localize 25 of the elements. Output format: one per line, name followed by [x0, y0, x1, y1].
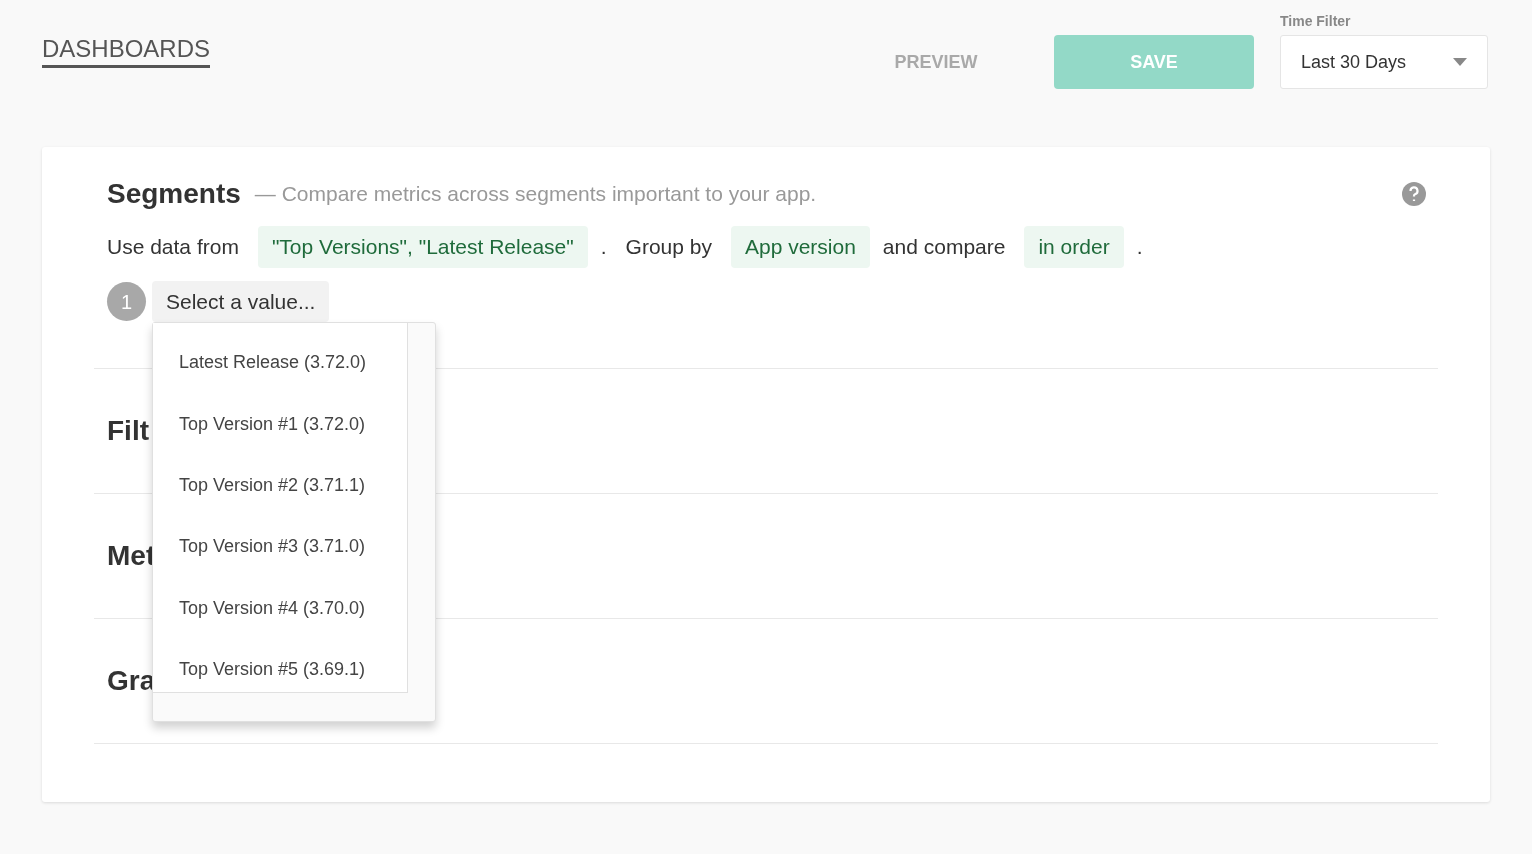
- step-number: 1: [107, 282, 146, 321]
- value-select[interactable]: Select a value...: [152, 281, 330, 322]
- dropdown-option[interactable]: Latest Release (3.72.0): [153, 332, 407, 394]
- dropdown-option[interactable]: Top Version #1 (3.72.0): [153, 393, 407, 455]
- dashboards-link[interactable]: DASHBOARDS: [42, 34, 211, 68]
- section-title: Met: [107, 539, 156, 573]
- time-filter-label: Time Filter: [1280, 12, 1352, 30]
- section-title: Filt: [107, 414, 149, 448]
- sentence-text: Group by: [625, 234, 712, 261]
- sentence-text: .: [600, 234, 607, 261]
- dropdown-option[interactable]: Top Version #3 (3.71.0): [153, 516, 407, 578]
- dropdown-option[interactable]: Top Version #2 (3.71.1): [153, 454, 407, 517]
- dropdown-option[interactable]: Top Version #5 (3.69.1): [153, 638, 407, 701]
- sentence-text: .: [1136, 234, 1143, 261]
- section-description: — Compare metrics across segments important to your app.: [254, 181, 817, 208]
- option-chip[interactable]: App version: [730, 226, 870, 268]
- option-chip[interactable]: in order: [1024, 226, 1124, 268]
- section-title: Segments: [107, 177, 241, 211]
- sentence-text: and compare: [882, 234, 1006, 261]
- dropdown-option[interactable]: Top Version #4 (3.70.0): [153, 577, 407, 639]
- time-filter-select[interactable]: Last 30 Days: [1280, 35, 1488, 89]
- sentence-text: Use data from: [107, 234, 239, 261]
- help-icon[interactable]: [1401, 181, 1427, 207]
- option-chip[interactable]: "Top Versions", "Latest Release": [257, 226, 588, 268]
- caret-icon: [1453, 58, 1467, 66]
